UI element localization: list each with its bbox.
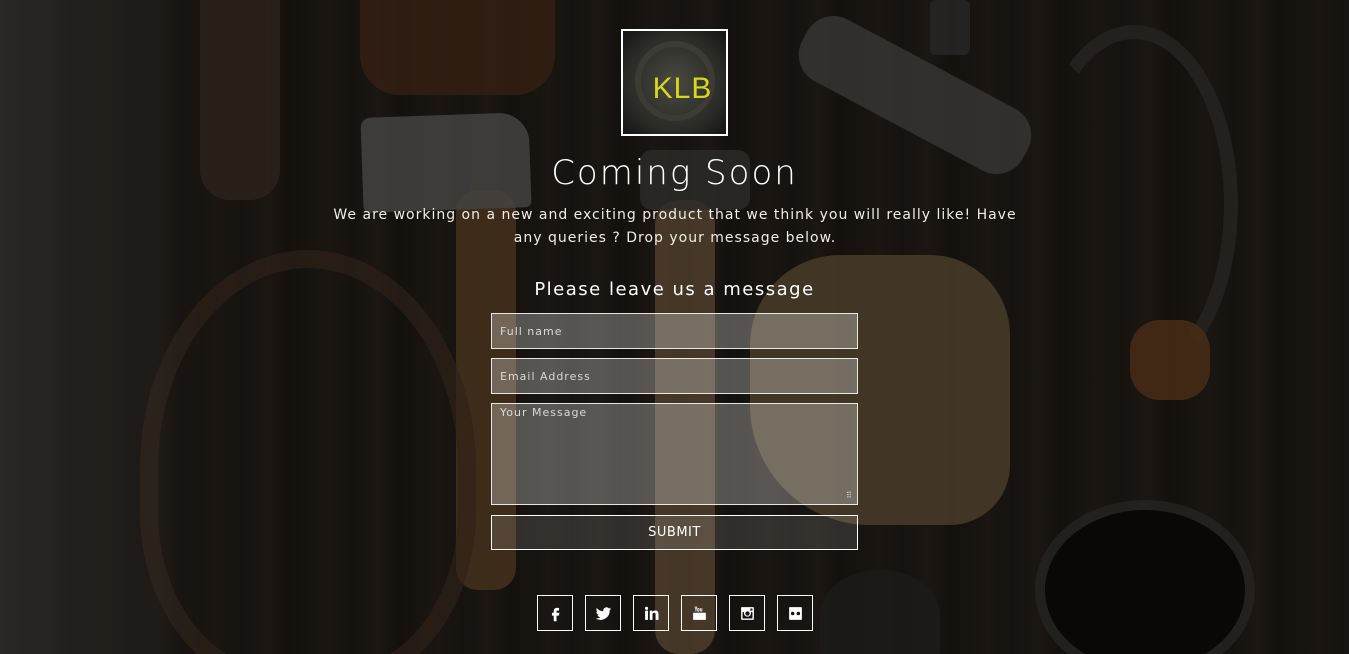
- coming-soon-page: KLB Coming Soon We are working on a new …: [0, 0, 1349, 654]
- resize-handle-icon[interactable]: ⠿: [846, 492, 854, 500]
- logo-text: KLB: [652, 71, 713, 105]
- message-textarea[interactable]: [491, 403, 858, 505]
- linkedin-icon[interactable]: [633, 595, 669, 631]
- facebook-icon[interactable]: [537, 595, 573, 631]
- social-links: [537, 595, 813, 631]
- youtube-icon[interactable]: [681, 595, 717, 631]
- twitter-icon[interactable]: [585, 595, 621, 631]
- form-heading: Please leave us a message: [534, 279, 815, 300]
- instagram-icon[interactable]: [729, 595, 765, 631]
- page-description: We are working on a new and exciting pro…: [333, 207, 1017, 246]
- flickr-icon[interactable]: [777, 595, 813, 631]
- logo: KLB: [621, 29, 728, 136]
- submit-button[interactable]: SUBMIT: [491, 515, 858, 550]
- page-title: Coming Soon: [551, 153, 798, 193]
- email-input[interactable]: [491, 358, 858, 394]
- full-name-input[interactable]: [491, 313, 858, 349]
